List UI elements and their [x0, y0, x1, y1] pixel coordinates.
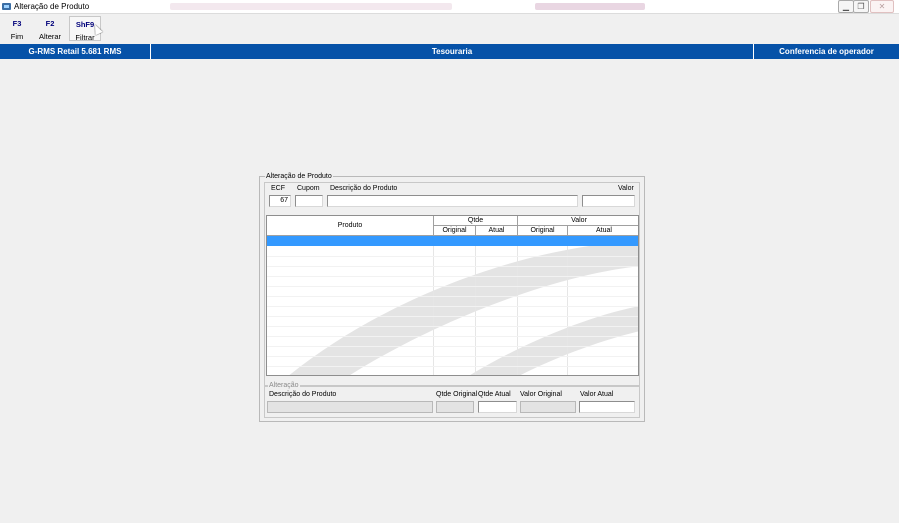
qtde-atual-label: Qtde Atual — [478, 391, 511, 398]
toolbar-label: Alterar — [38, 32, 62, 41]
toolbar-alterar-button[interactable]: F2 Alterar — [34, 16, 66, 41]
alteracao-groupbox-title: Alteração — [268, 382, 300, 390]
produtos-grid[interactable]: Produto Qtde Valor Original Atual Origin… — [266, 215, 639, 376]
toolbar-label: Fim — [10, 32, 24, 41]
qtde-original-header[interactable]: Original — [434, 226, 476, 236]
descricao-label: Descrição do Produto — [330, 185, 398, 192]
minimize-button[interactable]: ▁ — [838, 0, 854, 13]
ecf-label: ECF — [271, 185, 285, 192]
window-titlebar: Alteração de Produto ▁ ❐ ✕ — [0, 0, 899, 14]
app-icon — [2, 3, 11, 10]
blurred-caption — [170, 3, 452, 10]
valor-original-field — [520, 401, 576, 413]
groupbox-title: Alteração de Produto — [265, 173, 333, 181]
col-valor-header[interactable]: Valor — [518, 216, 638, 226]
valor-atual-label: Valor Atual — [580, 391, 614, 398]
alt-descricao-label: Descrição do Produto — [269, 391, 337, 398]
function-toolbar: F3 Fim F2 Alterar ShF9 Filtrar — [0, 14, 899, 43]
valor-original-label: Valor Original — [520, 391, 562, 398]
selected-table-row[interactable] — [267, 236, 638, 246]
close-button[interactable]: ✕ — [870, 0, 894, 13]
grid-row-line — [267, 286, 638, 287]
grid-row-line — [267, 326, 638, 327]
grid-row-line — [267, 336, 638, 337]
qtde-atual-header[interactable]: Atual — [476, 226, 518, 236]
col-produto-header[interactable]: Produto — [267, 216, 434, 236]
grid-row-line — [267, 356, 638, 357]
status-bar: G-RMS Retail 5.681 RMS Tesouraria Confer… — [0, 44, 899, 59]
status-app-version: G-RMS Retail 5.681 RMS — [28, 47, 122, 56]
grid-row-line — [267, 276, 638, 277]
grid-row-line — [267, 366, 638, 367]
grid-row-line — [267, 296, 638, 297]
grid-row-line — [267, 316, 638, 317]
ecf-field[interactable]: 67 — [269, 195, 291, 207]
qtde-original-label: Qtde Original — [436, 391, 478, 398]
status-screen: Conferencia de operador — [779, 47, 874, 56]
alt-descricao-field — [267, 401, 433, 413]
close-icon: ✕ — [878, 2, 886, 11]
valor-atual-field[interactable] — [579, 401, 635, 413]
grid-row-line — [267, 346, 638, 347]
qtde-original-field — [436, 401, 474, 413]
valor-atual-header[interactable]: Atual — [568, 226, 638, 236]
blurred-caption-2 — [535, 3, 645, 10]
cupom-field[interactable] — [295, 195, 323, 207]
grid-row-line — [267, 306, 638, 307]
status-module: Tesouraria — [431, 47, 473, 56]
restore-button[interactable]: ❐ — [853, 0, 869, 13]
col-qtde-header[interactable]: Qtde — [434, 216, 518, 226]
valor-label: Valor — [618, 185, 634, 192]
qtde-atual-field[interactable] — [478, 401, 517, 413]
toolbar-key: F2 — [45, 19, 55, 28]
valor-field[interactable] — [582, 195, 635, 207]
cupom-label: Cupom — [297, 185, 320, 192]
restore-icon: ❐ — [857, 2, 865, 11]
minimize-icon: ▁ — [842, 2, 850, 11]
descricao-field[interactable] — [327, 195, 578, 207]
valor-original-header[interactable]: Original — [518, 226, 568, 236]
toolbar-fim-button[interactable]: F3 Fim — [1, 16, 33, 41]
window-title: Alteração de Produto — [14, 2, 90, 11]
toolbar-key: F3 — [12, 19, 22, 28]
grid-row-line — [267, 266, 638, 267]
grid-row-line — [267, 256, 638, 257]
